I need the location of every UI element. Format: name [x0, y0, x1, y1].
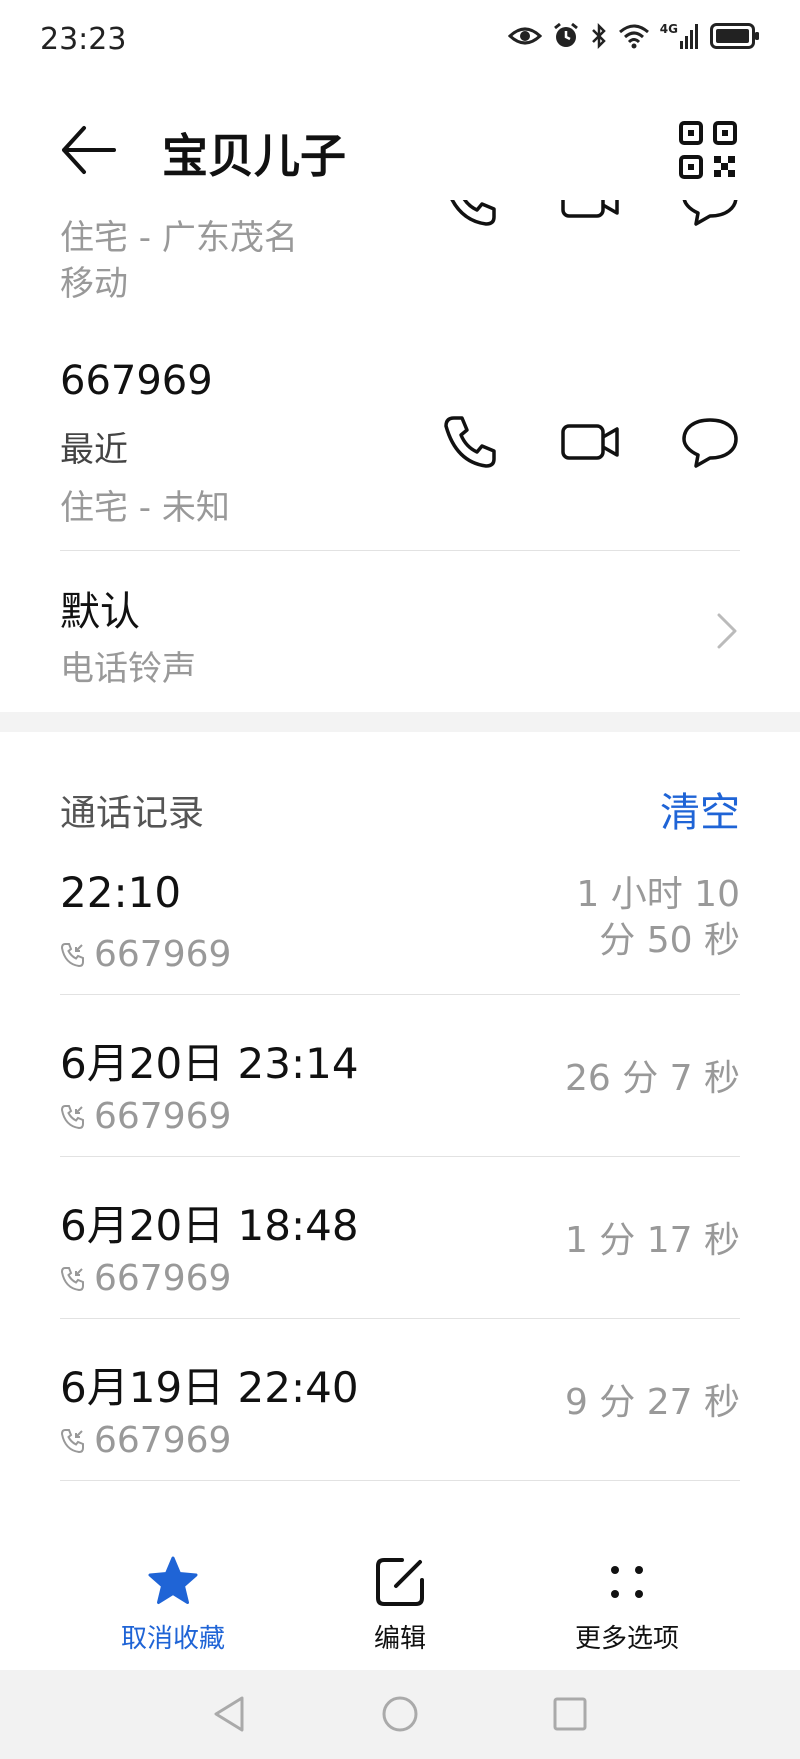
- qr-code-icon[interactable]: [678, 120, 738, 180]
- call-log-title: 通话记录: [60, 793, 205, 834]
- edit-icon: [376, 1558, 424, 1606]
- call-log-row[interactable]: 6月20日 18:48 667969 1 分 17 秒: [0, 1184, 800, 1346]
- phone-call-icon[interactable]: [440, 412, 500, 472]
- call-number: 667969: [94, 1258, 232, 1299]
- number-type: 住宅 - 未知: [60, 488, 230, 528]
- nav-back-icon[interactable]: [208, 1692, 252, 1736]
- clear-call-log-button[interactable]: 清空: [660, 780, 740, 838]
- ringtone-label: 电话铃声: [60, 649, 196, 689]
- call-duration-line1: 1 小时 10: [576, 874, 740, 915]
- call-number: 667969: [94, 1420, 232, 1461]
- call-number: 667969: [94, 934, 232, 975]
- phone-number: 667969: [60, 358, 213, 404]
- divider: [60, 1318, 740, 1319]
- contact-name-title: 宝贝儿子: [162, 129, 346, 183]
- status-icons: 4G: [507, 22, 760, 50]
- ringtone-row[interactable]: 默认 电话铃声: [0, 551, 800, 711]
- call-number-line: 667969: [60, 1258, 231, 1299]
- message-icon[interactable]: [680, 412, 740, 472]
- nav-home-icon[interactable]: [378, 1692, 422, 1736]
- recent-tag: 最近: [60, 430, 128, 470]
- edit-label: 编辑: [373, 1624, 426, 1654]
- call-number-line: 667969: [60, 1420, 231, 1461]
- phone-number-block: 住宅 - 广东茂名 移动: [0, 200, 800, 320]
- number-carrier: 移动: [60, 264, 128, 304]
- signal-bars-icon: [680, 24, 698, 49]
- ringtone-name: 默认: [60, 589, 140, 635]
- incoming-call-icon: [60, 942, 84, 967]
- divider: [60, 1480, 740, 1481]
- signal-4g: 4G: [660, 23, 700, 49]
- more-options-label: 更多选项: [574, 1624, 679, 1654]
- phone-call-icon[interactable]: [440, 200, 500, 230]
- number-type: 住宅 - 广东茂名: [60, 218, 298, 258]
- bluetooth-icon: [591, 22, 606, 50]
- divider: [60, 1156, 740, 1157]
- edit-button[interactable]: 编辑: [300, 1552, 500, 1655]
- unfavorite-label: 取消收藏: [120, 1624, 225, 1654]
- divider: [60, 994, 740, 995]
- call-time: 6月19日 22:40: [60, 1363, 359, 1412]
- battery-icon: [710, 23, 759, 49]
- network-type-label: 4G: [659, 22, 678, 36]
- call-time: 22:10: [60, 868, 182, 917]
- section-gap: [0, 712, 800, 732]
- incoming-call-icon: [60, 1266, 84, 1291]
- call-log-row[interactable]: 6月20日 23:14 667969 26 分 7 秒: [0, 1022, 800, 1184]
- call-number-line: 667969: [60, 1096, 231, 1137]
- nav-recents-icon[interactable]: [548, 1692, 592, 1736]
- call-duration: 1 小时 10 分 50 秒: [520, 872, 740, 964]
- phone-number-block[interactable]: 667969 最近 住宅 - 未知: [0, 350, 800, 550]
- incoming-call-icon: [60, 1104, 84, 1129]
- call-time: 6月19日 18:22: [60, 1516, 359, 1530]
- more-dots-icon: [611, 1566, 643, 1598]
- call-number: 667969: [94, 1096, 232, 1137]
- status-bar: 23:23 4G: [0, 0, 800, 80]
- call-duration: 26 分 7 秒: [564, 1058, 740, 1099]
- call-time: 6月20日 18:48: [60, 1201, 359, 1250]
- app-bar: 宝贝儿子: [0, 100, 800, 200]
- wifi-icon: [618, 24, 649, 49]
- status-time: 23:23: [40, 22, 127, 57]
- call-time: 6月20日 23:14: [60, 1039, 359, 1088]
- call-duration-line2: 分 50 秒: [599, 920, 740, 961]
- alarm-icon: [553, 22, 578, 47]
- chevron-right-icon: [717, 613, 737, 649]
- back-arrow-icon[interactable]: [56, 118, 120, 182]
- call-duration: 9 分 27 秒: [564, 1382, 740, 1423]
- video-call-icon[interactable]: [560, 200, 620, 230]
- contact-detail-content[interactable]: 住宅 - 广东茂名 移动 667969 最近 住宅 - 未知 默认 电话铃声 通…: [0, 200, 800, 1530]
- eye-icon: [507, 27, 542, 45]
- contact-detail-screen: 23:23 4G 宝贝儿子 住宅 - 广东茂名 移动 667969 最近 住宅 …: [0, 0, 800, 1759]
- message-icon[interactable]: [680, 200, 740, 230]
- system-nav-bar: [0, 1670, 800, 1759]
- video-call-icon[interactable]: [560, 412, 620, 472]
- call-log-header: 通话记录 清空: [0, 770, 800, 850]
- call-duration: 1 分 17 秒: [564, 1220, 740, 1261]
- star-icon: [148, 1556, 198, 1604]
- unfavorite-button[interactable]: 取消收藏: [73, 1552, 273, 1655]
- call-log-row[interactable]: 22:10 667969 1 小时 10 分 50 秒: [0, 860, 800, 1022]
- incoming-call-icon: [60, 1428, 84, 1453]
- call-log-row[interactable]: 6月19日 22:40 667969 9 分 27 秒: [0, 1346, 800, 1508]
- call-number-line: 667969: [60, 934, 231, 975]
- bottom-action-bar: 取消收藏 编辑 更多选项: [0, 1530, 800, 1670]
- call-log-row[interactable]: 6月19日 18:22: [0, 1508, 800, 1530]
- more-options-button[interactable]: 更多选项: [527, 1552, 727, 1655]
